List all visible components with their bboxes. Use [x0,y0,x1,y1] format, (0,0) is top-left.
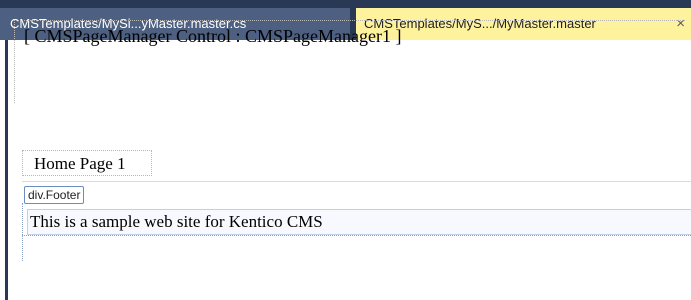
page-manager-control-label[interactable]: [ CMSPageManager Control : CMSPageManage… [24,26,401,47]
home-page-text[interactable]: Home Page 1 [34,154,126,174]
footer-text[interactable]: This is a sample web site for Kentico CM… [27,209,691,235]
footer-separator [22,181,691,182]
footer-element-tag[interactable]: div.Footer [24,186,85,204]
footer-bottom-border [22,235,691,236]
